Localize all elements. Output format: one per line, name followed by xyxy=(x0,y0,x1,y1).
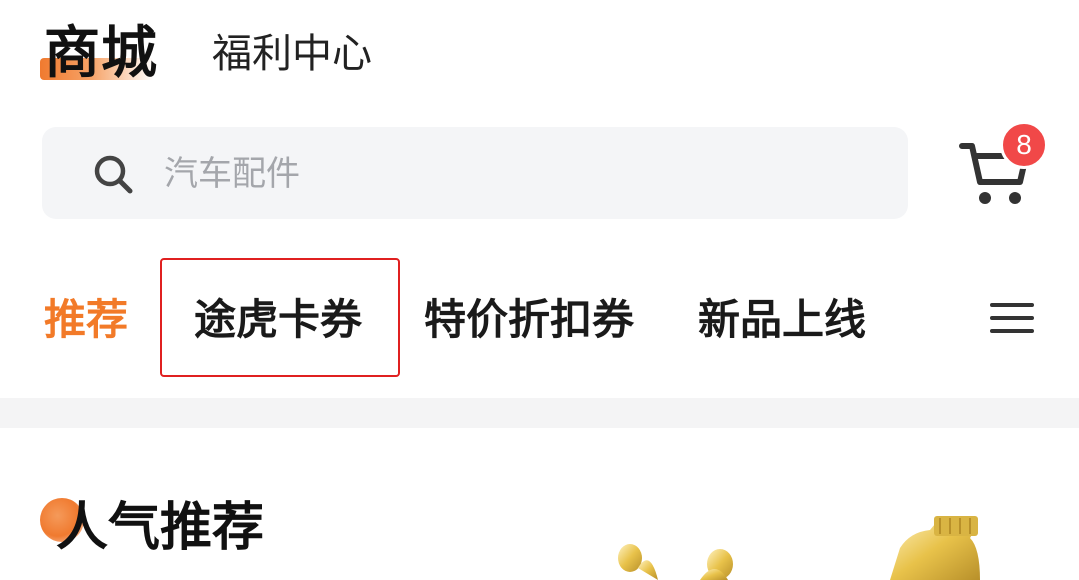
tab-mall[interactable]: 商城 xyxy=(44,22,158,86)
cart-count-badge: 8 xyxy=(1000,121,1048,169)
tab-recommend[interactable]: 推荐 xyxy=(44,292,128,348)
search-input[interactable] xyxy=(162,127,866,221)
tab-new-arrivals[interactable]: 新品上线 xyxy=(698,292,866,348)
section-divider xyxy=(0,398,1079,428)
search-icon xyxy=(94,155,133,194)
tab-special-discount-coupons[interactable]: 特价折扣券 xyxy=(424,292,634,348)
tab-welfare-center[interactable]: 福利中心 xyxy=(212,30,372,78)
menu-icon[interactable] xyxy=(990,300,1034,336)
search-bar[interactable] xyxy=(42,127,908,221)
top-header: 商城 福利中心 xyxy=(0,0,1079,110)
section-title-popular: 人气推荐 xyxy=(56,498,265,558)
product-image[interactable] xyxy=(600,508,1020,580)
highlight-box xyxy=(160,258,400,377)
